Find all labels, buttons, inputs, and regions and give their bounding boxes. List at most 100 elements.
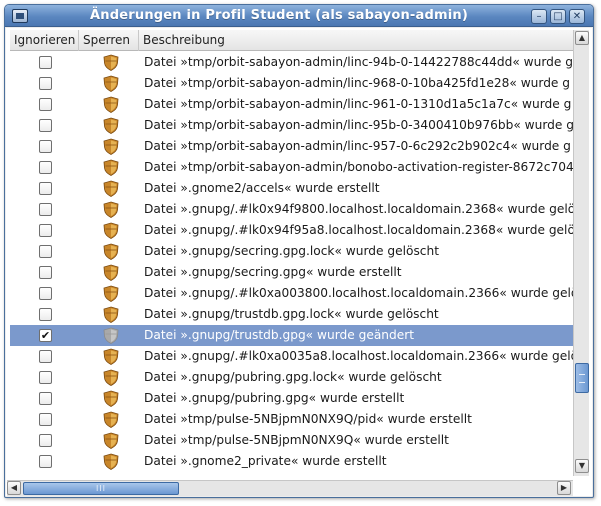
ignore-checkbox[interactable] (39, 455, 52, 468)
lock-shield-icon[interactable] (103, 453, 119, 470)
scroll-up-button[interactable]: ▲ (575, 31, 589, 45)
lock-shield-icon[interactable] (103, 159, 119, 176)
ignore-checkbox[interactable] (39, 119, 52, 132)
change-description: Datei ».gnupg/.#lk0xa003800.localhost.lo… (144, 286, 573, 300)
lock-shield-icon[interactable] (103, 411, 119, 428)
change-row[interactable]: ✔ Datei ».gnupg/trustdb.gpg« wurde geände… (10, 325, 573, 346)
change-row[interactable]: Datei ».gnupg/secring.gpg« wurde erstell… (10, 262, 573, 283)
lock-shield-icon[interactable] (103, 306, 119, 323)
lock-shield-icon[interactable] (103, 369, 119, 386)
lock-shield-icon[interactable] (103, 96, 119, 113)
lock-shield-icon[interactable] (103, 54, 119, 71)
lock-shield-icon[interactable] (103, 201, 119, 218)
change-description: Datei »tmp/pulse-5NBjpmN0NX9Q« wurde ers… (144, 433, 449, 447)
maximize-button[interactable]: □ (550, 9, 566, 24)
change-description: Datei »tmp/orbit-sabayon-admin/linc-961-… (144, 97, 572, 111)
change-row[interactable]: Datei ».gnupg/.#lk0x94f9800.localhost.lo… (10, 199, 573, 220)
vertical-scroll-thumb[interactable] (575, 363, 589, 393)
ignore-checkbox[interactable] (39, 161, 52, 174)
change-row[interactable]: Datei »tmp/orbit-sabayon-admin/linc-961-… (10, 94, 573, 115)
ignore-checkbox[interactable]: ✔ (39, 329, 52, 342)
change-row[interactable]: Datei ».gnome2/accels« wurde erstellt (10, 178, 573, 199)
change-description: Datei »tmp/orbit-sabayon-admin/linc-968-… (144, 76, 571, 90)
change-description: Datei »tmp/orbit-sabayon-admin/linc-95b-… (144, 118, 573, 132)
lock-shield-icon[interactable] (103, 264, 119, 281)
ignore-checkbox[interactable] (39, 392, 52, 405)
change-description: Datei »tmp/pulse-5NBjpmN0NX9Q/pid« wurde… (144, 412, 472, 426)
window-content: Ignorieren Sperren Beschreibung Datei »t… (6, 28, 592, 496)
change-row[interactable]: Datei ».gnupg/pubring.gpg.lock« wurde ge… (10, 367, 573, 388)
ignore-checkbox[interactable] (39, 413, 52, 426)
change-description: Datei ».gnupg/.#lk0x94f95a8.localhost.lo… (144, 223, 573, 237)
change-row[interactable]: Datei ».gnupg/.#lk0xa0035a8.localhost.lo… (10, 346, 573, 367)
change-row[interactable]: Datei »tmp/orbit-sabayon-admin/bonobo-ac… (10, 157, 573, 178)
change-description: Datei »tmp/orbit-sabayon-admin/bonobo-ac… (144, 160, 573, 174)
change-description: Datei ».gnupg/secring.gpg« wurde erstell… (144, 265, 402, 279)
ignore-checkbox[interactable] (39, 308, 52, 321)
change-row[interactable]: Datei »tmp/pulse-5NBjpmN0NX9Q/pid« wurde… (10, 409, 573, 430)
lock-shield-icon[interactable] (103, 138, 119, 155)
change-row[interactable]: Datei ».gnupg/.#lk0xa003800.localhost.lo… (10, 283, 573, 304)
change-description: Datei ».gnupg/trustdb.gpg« wurde geänder… (144, 328, 415, 342)
change-description: Datei »tmp/orbit-sabayon-admin/linc-94b-… (144, 55, 573, 69)
window-title: Änderungen in Profil Student (als sabayo… (90, 8, 468, 23)
horizontal-scrollbar[interactable]: ◀ III ▶ (7, 480, 573, 496)
lock-shield-icon[interactable] (103, 243, 119, 260)
change-row[interactable]: Datei »tmp/orbit-sabayon-admin/linc-957-… (10, 136, 573, 157)
change-description: Datei ».gnome2_private« wurde erstellt (144, 454, 387, 468)
lock-shield-icon[interactable] (103, 285, 119, 302)
ignore-checkbox[interactable] (39, 350, 52, 363)
change-description: Datei ».gnupg/trustdb.gpg.lock« wurde ge… (144, 307, 439, 321)
change-description: Datei ».gnupg/pubring.gpg.lock« wurde ge… (144, 370, 442, 384)
column-header-description[interactable]: Beschreibung (139, 30, 573, 51)
change-row[interactable]: Datei »tmp/orbit-sabayon-admin/linc-968-… (10, 73, 573, 94)
change-description: Datei ».gnome2/accels« wurde erstellt (144, 181, 380, 195)
column-header-lock[interactable]: Sperren (79, 30, 139, 51)
ignore-checkbox[interactable] (39, 224, 52, 237)
close-button[interactable]: ✕ (569, 9, 585, 24)
change-description: Datei ».gnupg/.#lk0xa0035a8.localhost.lo… (144, 349, 573, 363)
vertical-scrollbar[interactable]: ▲ ▼ (573, 30, 589, 476)
change-row[interactable]: Datei ».gnome2_private« wurde erstellt (10, 451, 573, 472)
ignore-checkbox[interactable] (39, 140, 52, 153)
ignore-checkbox[interactable] (39, 245, 52, 258)
lock-shield-icon[interactable] (103, 327, 119, 344)
ignore-checkbox[interactable] (39, 203, 52, 216)
change-row[interactable]: Datei »tmp/pulse-5NBjpmN0NX9Q« wurde ers… (10, 430, 573, 451)
ignore-checkbox[interactable] (39, 182, 52, 195)
column-header: Ignorieren Sperren Beschreibung (10, 30, 573, 51)
window-menu-icon[interactable] (12, 9, 28, 23)
profile-changes-window: Änderungen in Profil Student (als sabayo… (4, 4, 594, 498)
lock-shield-icon[interactable] (103, 348, 119, 365)
lock-shield-icon[interactable] (103, 117, 119, 134)
ignore-checkbox[interactable] (39, 77, 52, 90)
ignore-checkbox[interactable] (39, 287, 52, 300)
ignore-checkbox[interactable] (39, 266, 52, 279)
change-row[interactable]: Datei ».gnupg/trustdb.gpg.lock« wurde ge… (10, 304, 573, 325)
change-description: Datei ».gnupg/pubring.gpg« wurde erstell… (144, 391, 405, 405)
title-bar[interactable]: Änderungen in Profil Student (als sabayo… (5, 5, 593, 27)
lock-shield-icon[interactable] (103, 75, 119, 92)
lock-shield-icon[interactable] (103, 222, 119, 239)
change-row[interactable]: Datei ».gnupg/pubring.gpg« wurde erstell… (10, 388, 573, 409)
scroll-down-button[interactable]: ▼ (575, 459, 589, 473)
change-row[interactable]: Datei »tmp/orbit-sabayon-admin/linc-94b-… (10, 52, 573, 73)
change-description: Datei ».gnupg/.#lk0x94f9800.localhost.lo… (144, 202, 573, 216)
change-description: Datei »tmp/orbit-sabayon-admin/linc-957-… (144, 139, 571, 153)
ignore-checkbox[interactable] (39, 56, 52, 69)
horizontal-scroll-thumb[interactable]: III (23, 482, 179, 495)
change-row[interactable]: Datei »tmp/orbit-sabayon-admin/linc-95b-… (10, 115, 573, 136)
ignore-checkbox[interactable] (39, 371, 52, 384)
lock-shield-icon[interactable] (103, 390, 119, 407)
minimize-button[interactable]: – (531, 9, 547, 24)
ignore-checkbox[interactable] (39, 98, 52, 111)
column-header-ignore[interactable]: Ignorieren (10, 30, 79, 51)
changes-list[interactable]: Datei »tmp/orbit-sabayon-admin/linc-94b-… (10, 52, 573, 476)
ignore-checkbox[interactable] (39, 434, 52, 447)
lock-shield-icon[interactable] (103, 432, 119, 449)
scroll-right-button[interactable]: ▶ (557, 481, 571, 495)
change-row[interactable]: Datei ».gnupg/.#lk0x94f95a8.localhost.lo… (10, 220, 573, 241)
lock-shield-icon[interactable] (103, 180, 119, 197)
change-row[interactable]: Datei ».gnupg/secring.gpg.lock« wurde ge… (10, 241, 573, 262)
scroll-left-button[interactable]: ◀ (7, 481, 21, 495)
